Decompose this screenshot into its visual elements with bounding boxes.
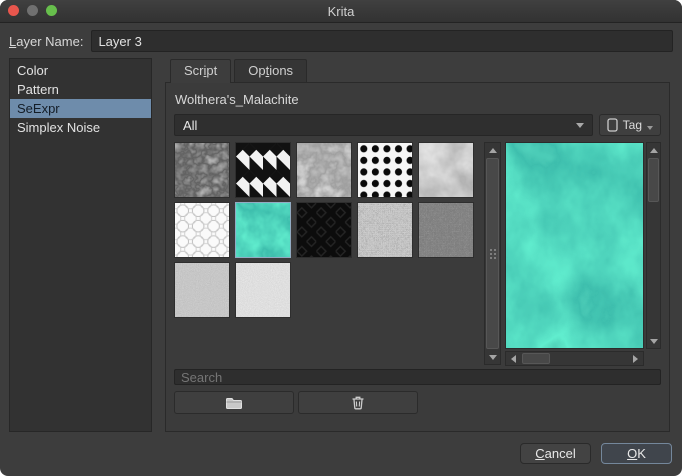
swatch-texture-clouds-gray[interactable]	[296, 142, 352, 198]
zoom-window-icon[interactable]	[46, 5, 57, 16]
dialog-button-bar: Cancel OK	[0, 432, 682, 464]
arrow-up-icon	[650, 144, 658, 153]
scroll-right-button[interactable]	[628, 352, 643, 366]
scroll-up-button[interactable]	[485, 143, 500, 157]
scrollbar-thumb[interactable]	[648, 158, 659, 202]
scroll-left-button[interactable]	[506, 352, 521, 366]
swatch-pattern-maze-dark[interactable]	[296, 202, 352, 258]
pattern-swatch-grid	[174, 142, 481, 365]
tag-filter-value: All	[183, 118, 197, 133]
tag-button-label: Tag	[623, 118, 642, 132]
folder-icon	[225, 396, 243, 410]
tag-menu-arrow-icon	[647, 126, 653, 133]
arrow-down-icon	[650, 339, 658, 348]
swatch-pattern-lace-white[interactable]	[174, 202, 230, 258]
search-input[interactable]	[174, 369, 661, 385]
layer-name-label: Layer Name:	[9, 34, 83, 49]
dialog-body: ColorPatternSeExprSimplex Noise ScriptOp…	[0, 58, 682, 432]
scrollbar-track[interactable]	[521, 352, 628, 365]
type-list-item-pattern[interactable]: Pattern	[10, 80, 151, 99]
swatch-texture-grain-gray[interactable]	[174, 262, 230, 318]
grid-vertical-scrollbar[interactable]	[484, 142, 501, 365]
layer-name-input[interactable]	[91, 30, 673, 52]
krita-dialog-window: Krita Layer Name: ColorPatternSeExprSimp…	[0, 0, 682, 476]
type-list-item-simplex-noise[interactable]: Simplex Noise	[10, 118, 151, 137]
tag-filter-combobox[interactable]: All	[174, 114, 593, 136]
swatch-texture-smoke-gray[interactable]	[418, 142, 474, 198]
layer-name-row: Layer Name:	[0, 23, 682, 58]
arrow-down-icon	[489, 355, 497, 364]
scrollbar-track[interactable]	[647, 157, 660, 334]
script-tab-pane: Wolthera's_Malachite All Tag	[165, 82, 670, 432]
preview-horizontal-scrollbar[interactable]	[505, 351, 644, 366]
arrow-left-icon	[507, 355, 516, 363]
malachite-preview-image[interactable]	[505, 142, 644, 349]
swatch-texture-marble-dark[interactable]	[174, 142, 230, 198]
delete-resource-button[interactable]	[298, 391, 418, 414]
scroll-down-button[interactable]	[485, 350, 500, 364]
tag-button[interactable]: Tag	[599, 114, 661, 136]
swatch-pattern-triangles-bw[interactable]	[235, 142, 291, 198]
arrow-right-icon	[633, 355, 642, 363]
current-resource-label: Wolthera's_Malachite	[174, 91, 661, 114]
trash-icon	[351, 395, 365, 410]
import-resource-button[interactable]	[174, 391, 294, 414]
generator-type-list: ColorPatternSeExprSimplex Noise	[9, 58, 152, 432]
tag-filter-row: All Tag	[174, 114, 661, 136]
swatch-texture-noise-rough[interactable]	[357, 202, 413, 258]
search-row	[174, 369, 661, 385]
cancel-button[interactable]: Cancel	[520, 443, 591, 464]
swatch-texture-dither-light[interactable]	[235, 262, 291, 318]
swatch-texture-speckle-dark[interactable]	[418, 202, 474, 258]
resource-buttons-row	[174, 391, 661, 414]
tab-bar: ScriptOptions	[165, 58, 670, 82]
tag-outline-icon	[607, 118, 618, 132]
chevron-down-icon	[576, 123, 584, 132]
scroll-down-button[interactable]	[646, 334, 661, 348]
seexpr-tab-widget: ScriptOptions Wolthera's_Malachite All T…	[165, 58, 670, 432]
tab-script[interactable]: Script	[170, 59, 231, 83]
resource-preview-area	[505, 142, 661, 365]
preview-vertical-scrollbar[interactable]	[646, 142, 661, 349]
traffic-lights	[8, 5, 57, 16]
window-title: Krita	[0, 4, 682, 19]
swatch-pattern-dots-bw[interactable]	[357, 142, 413, 198]
scrollbar-grip-dots	[490, 249, 496, 259]
tab-options[interactable]: Options	[234, 59, 307, 82]
resource-chooser	[174, 142, 661, 365]
arrow-up-icon	[489, 144, 497, 153]
type-list-item-color[interactable]: Color	[10, 61, 151, 80]
minimize-window-icon	[27, 5, 38, 16]
scroll-up-button[interactable]	[646, 143, 661, 157]
swatch-texture-malachite-green[interactable]	[235, 202, 291, 258]
scrollbar-thumb[interactable]	[522, 353, 550, 364]
scrollbar-thumb[interactable]	[486, 158, 499, 349]
scrollbar-track[interactable]	[485, 157, 500, 350]
close-window-icon[interactable]	[8, 5, 19, 16]
title-bar[interactable]: Krita	[0, 0, 682, 23]
type-list-item-seexpr[interactable]: SeExpr	[10, 99, 151, 118]
ok-button[interactable]: OK	[601, 443, 672, 464]
